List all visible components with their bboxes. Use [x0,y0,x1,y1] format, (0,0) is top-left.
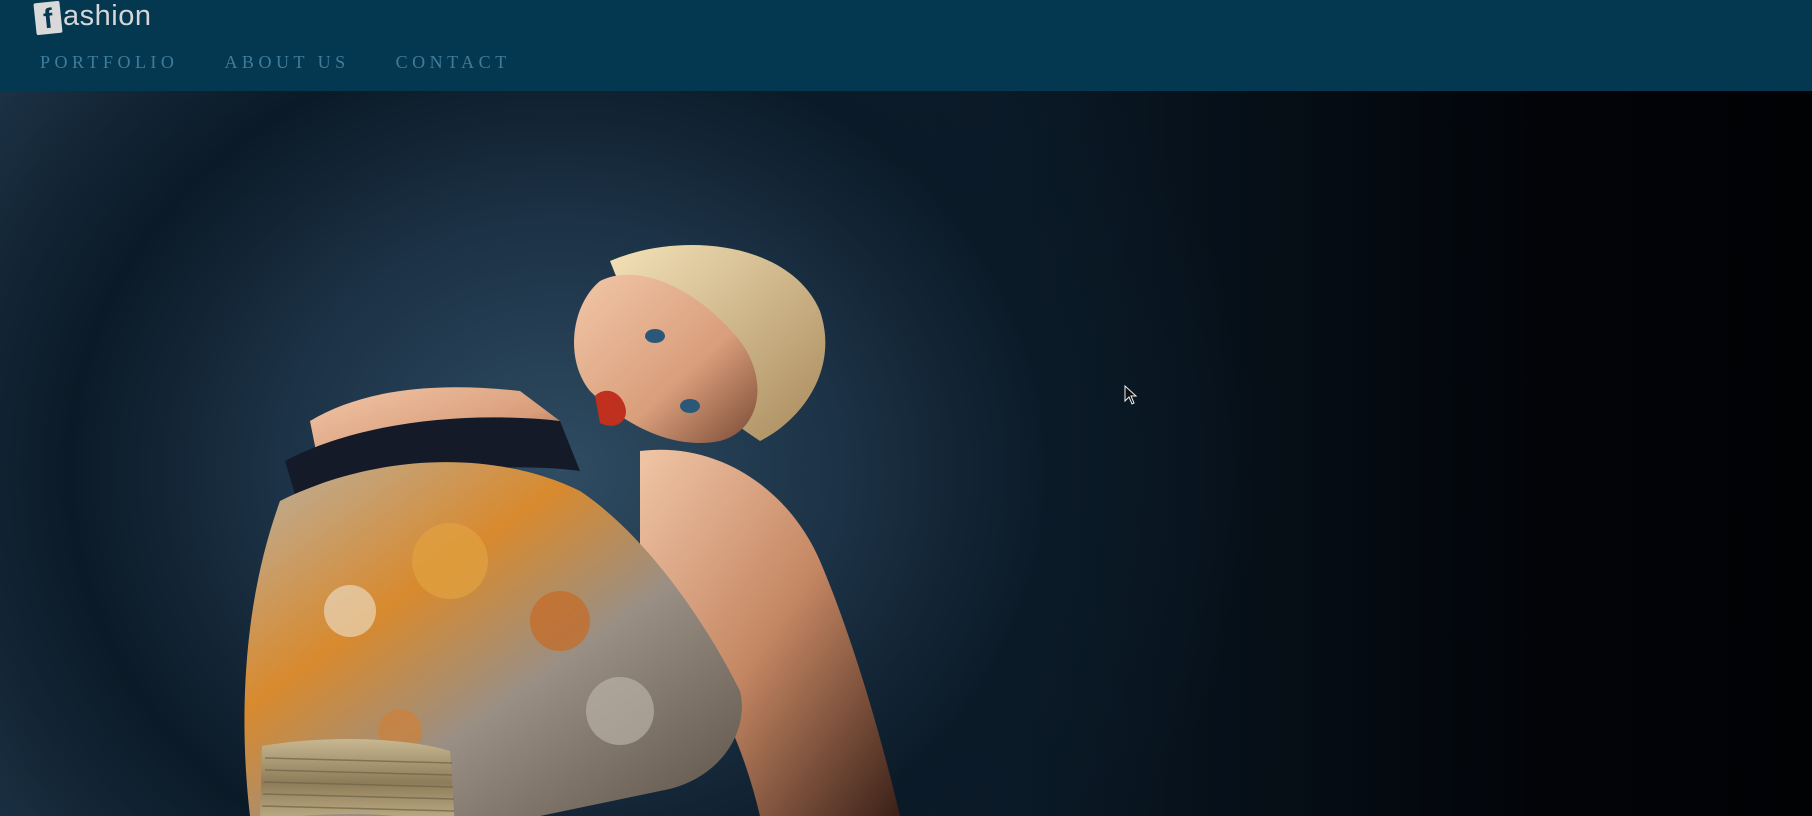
hero-fashion-model-photo [244,245,900,816]
hero-banner [0,91,1812,816]
logo-mark: f [33,0,63,36]
nav-link-about-us[interactable]: ABOUT US [224,52,349,73]
site-logo[interactable]: f ashion [33,0,152,36]
mouse-cursor-icon [1124,385,1138,405]
page: f ashion PORTFOLIO ABOUT US CONTACT [0,0,1812,816]
nav-link-portfolio[interactable]: PORTFOLIO [40,52,178,73]
nav-link-contact[interactable]: CONTACT [396,52,511,73]
site-header: f ashion PORTFOLIO ABOUT US CONTACT [0,0,1812,91]
main-nav: PORTFOLIO ABOUT US CONTACT [40,52,511,73]
logo-text: ashion [63,0,152,32]
